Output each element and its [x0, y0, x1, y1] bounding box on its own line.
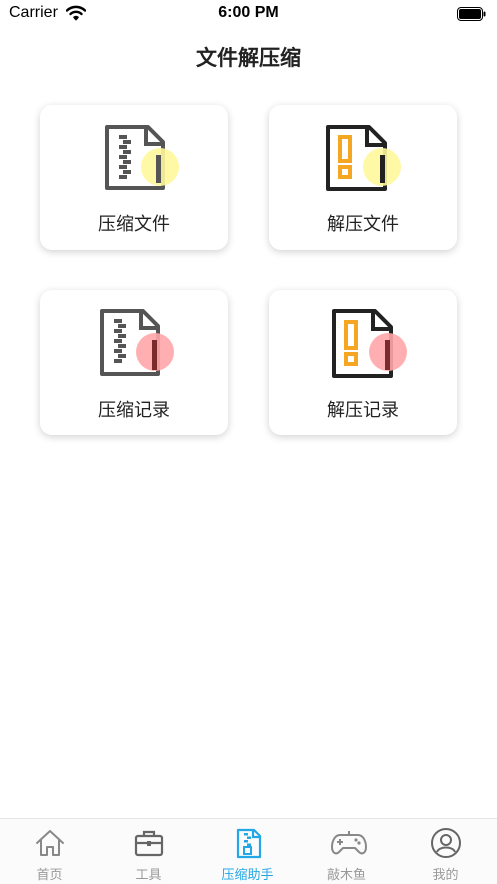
tab-profile[interactable]: 我的: [396, 819, 495, 884]
page-title: 文件解压缩: [196, 46, 301, 70]
compress-history-card[interactable]: 压缩记录: [40, 290, 228, 435]
tab-tools[interactable]: 工具: [99, 819, 198, 884]
battery-icon: [457, 6, 486, 21]
card-label: 压缩记录: [98, 400, 170, 421]
tab-label: 敲木鱼: [326, 868, 366, 883]
card-label: 压缩文件: [98, 214, 170, 235]
card-label: 解压记录: [327, 400, 399, 421]
toolbox-icon: [134, 830, 164, 857]
home-icon: [36, 830, 64, 856]
tab-label: 首页: [36, 868, 63, 883]
status-bar: Carrier 6:00 PM: [0, 0, 497, 28]
compress-file-card[interactable]: 压缩文件: [40, 105, 228, 250]
decompress-history-card[interactable]: 解压记录: [269, 290, 457, 435]
tab-bar: 首页 工具 压缩助手 敲木鱼 我的: [0, 818, 497, 884]
gamepad-icon: [331, 831, 367, 855]
tab-label: 压缩助手: [221, 868, 274, 883]
decompress-file-card[interactable]: 解压文件: [269, 105, 457, 250]
card-label: 解压文件: [327, 214, 399, 235]
tab-home[interactable]: 首页: [0, 819, 99, 884]
tab-compress-assistant[interactable]: 压缩助手: [198, 819, 297, 884]
tab-label: 工具: [135, 868, 162, 883]
status-time: 6:00 PM: [218, 4, 279, 21]
zip-assistant-icon: [236, 828, 262, 859]
profile-icon: [431, 828, 461, 858]
tab-label: 我的: [432, 868, 459, 883]
tab-wooden-fish[interactable]: 敲木鱼: [297, 819, 396, 884]
